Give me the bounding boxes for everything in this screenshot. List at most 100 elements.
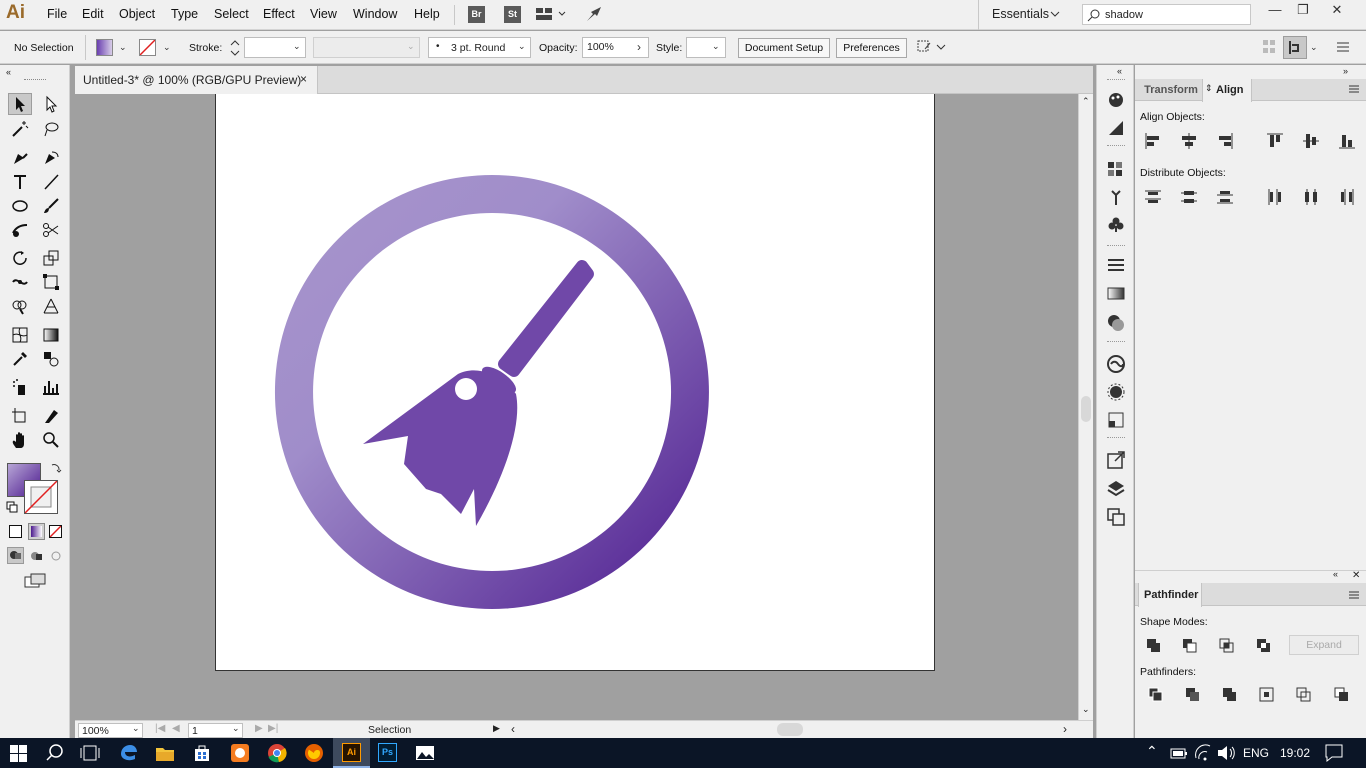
vertical-distribute-top-icon[interactable] [1144, 188, 1162, 206]
horizontal-distribute-center-icon[interactable] [1302, 188, 1320, 206]
scale-tool-icon[interactable] [39, 247, 63, 269]
pinned-app-icon[interactable] [230, 743, 250, 763]
gradient-tool-icon[interactable] [39, 324, 63, 346]
zoom-field[interactable]: 100% ⌄ [78, 723, 143, 738]
symbol-sprayer-tool-icon[interactable] [8, 376, 32, 398]
crop-icon[interactable] [1258, 686, 1276, 704]
scissors-tool-icon[interactable] [39, 219, 63, 241]
battery-icon[interactable] [1169, 743, 1189, 763]
stroke-weight-stepper[interactable] [229, 38, 241, 61]
menu-help[interactable]: Help [414, 7, 440, 21]
photos-icon[interactable] [415, 743, 435, 763]
pen-tool-icon[interactable] [8, 147, 32, 169]
vertical-align-top-icon[interactable] [1266, 132, 1284, 150]
horizontal-scroll-thumb[interactable] [777, 723, 803, 736]
document-tab[interactable]: Untitled-3* @ 100% (RGB/GPU Preview) × [75, 66, 318, 94]
none-mode-button[interactable] [49, 525, 62, 538]
edge-browser-icon[interactable] [118, 743, 138, 763]
panel-menu-icon[interactable] [1348, 590, 1360, 603]
line-segment-tool-icon[interactable] [39, 171, 63, 193]
horizontal-align-center-icon[interactable] [1180, 132, 1198, 150]
tab-pathfinder[interactable]: Pathfinder [1144, 584, 1198, 606]
type-tool-icon[interactable] [8, 171, 32, 193]
close-panel-icon[interactable]: ✕ [1352, 570, 1360, 581]
isolate-group-button[interactable] [1283, 36, 1307, 59]
horizontal-distribute-right-icon[interactable] [1338, 188, 1356, 206]
first-artboard-icon[interactable]: |◀ [155, 723, 165, 734]
bridge-button[interactable]: Br [468, 6, 485, 23]
expand-button[interactable]: Expand [1289, 635, 1359, 655]
free-transform-tool-icon[interactable] [39, 271, 63, 293]
collapse-panel-icon[interactable]: « [1333, 569, 1338, 579]
draw-inside-icon[interactable] [49, 549, 64, 567]
draw-behind-icon[interactable] [29, 549, 44, 567]
divide-icon[interactable] [1147, 686, 1165, 704]
tab-align[interactable]: Align [1216, 79, 1244, 101]
arrange-documents-icon[interactable] [536, 8, 566, 25]
minimize-button[interactable]: — [1260, 0, 1290, 22]
slice-tool-icon[interactable] [39, 405, 63, 427]
canvas[interactable] [75, 94, 1078, 720]
graphic-styles-icon[interactable] [1106, 410, 1126, 430]
width-tool-icon[interactable] [8, 271, 32, 293]
chevron-down-icon[interactable]: ⌄ [1310, 42, 1318, 53]
stock-button[interactable]: St [504, 6, 521, 23]
opacity-field[interactable]: 100% › [582, 37, 649, 58]
close-tab-icon[interactable]: × [300, 72, 307, 86]
unite-icon[interactable] [1145, 637, 1163, 655]
menu-type[interactable]: Type [171, 7, 198, 21]
collapse-panel-icon[interactable]: « [6, 67, 11, 77]
brushes-icon[interactable] [1106, 187, 1126, 207]
horizontal-align-right-icon[interactable] [1216, 132, 1234, 150]
restore-button[interactable]: ❐ [1288, 0, 1318, 22]
curvature-tool-icon[interactable] [39, 147, 63, 169]
wifi-icon[interactable] [1193, 743, 1213, 763]
blend-tool-icon[interactable] [39, 348, 63, 370]
chevron-down-icon[interactable] [1050, 9, 1060, 21]
layers-icon[interactable] [1106, 479, 1126, 499]
draw-normal-icon[interactable] [7, 547, 24, 564]
panel-menu-icon[interactable] [1348, 84, 1360, 97]
intersect-icon[interactable] [1218, 637, 1236, 655]
next-artboard-icon[interactable]: ▶ [255, 723, 263, 734]
lasso-tool-icon[interactable] [39, 118, 63, 140]
broom-icon[interactable] [363, 260, 594, 526]
gpu-performance-icon[interactable] [585, 5, 605, 26]
scroll-thumb[interactable] [1081, 396, 1091, 422]
gradient-panel-icon[interactable] [1106, 118, 1126, 138]
status-menu-icon[interactable]: ▶ [493, 723, 500, 734]
gradient-swatch-icon[interactable] [1106, 284, 1126, 304]
menu-file[interactable]: File [47, 7, 67, 21]
preferences-button[interactable]: Preferences [836, 38, 907, 58]
variable-width-profile[interactable]: ⌄ [313, 37, 420, 58]
volume-icon[interactable] [1216, 743, 1236, 763]
perspective-grid-tool-icon[interactable] [39, 295, 63, 317]
clock[interactable]: 19:02 [1280, 746, 1310, 760]
paintbrush-tool-icon[interactable] [39, 195, 63, 217]
close-button[interactable]: ✕ [1322, 0, 1352, 22]
windows-start-icon[interactable] [9, 744, 29, 764]
illustrator-taskbar-button[interactable]: Ai [333, 738, 370, 768]
graphic-style-picker[interactable]: ⌄ [686, 37, 726, 58]
color-mode-button[interactable] [9, 525, 22, 538]
last-artboard-icon[interactable]: ▶| [268, 723, 278, 734]
horizontal-align-left-icon[interactable] [1144, 132, 1162, 150]
ellipse-tool-icon[interactable] [8, 195, 32, 217]
menu-effect[interactable]: Effect [263, 7, 295, 21]
transparency-icon[interactable] [1106, 313, 1126, 333]
firefox-icon[interactable] [304, 743, 324, 763]
vertical-align-center-icon[interactable] [1302, 132, 1320, 150]
panel-grip[interactable] [24, 79, 46, 82]
scroll-right-icon[interactable]: › [1063, 722, 1067, 736]
artboard-tool-icon[interactable] [8, 405, 32, 427]
transform-selection-icon[interactable] [916, 39, 946, 58]
shaper-tool-icon[interactable] [8, 219, 32, 241]
trim-icon[interactable] [1184, 686, 1202, 704]
tab-options-icon[interactable]: ⇕ [1205, 83, 1213, 94]
stroke-panel-icon[interactable] [1106, 256, 1126, 276]
store-icon[interactable] [192, 743, 212, 763]
stroke-weight-field[interactable]: ⌄ [244, 37, 306, 58]
exclude-icon[interactable] [1255, 637, 1273, 655]
gradient-mode-button[interactable] [28, 523, 45, 540]
expand-panels-icon[interactable]: « [1117, 66, 1122, 76]
